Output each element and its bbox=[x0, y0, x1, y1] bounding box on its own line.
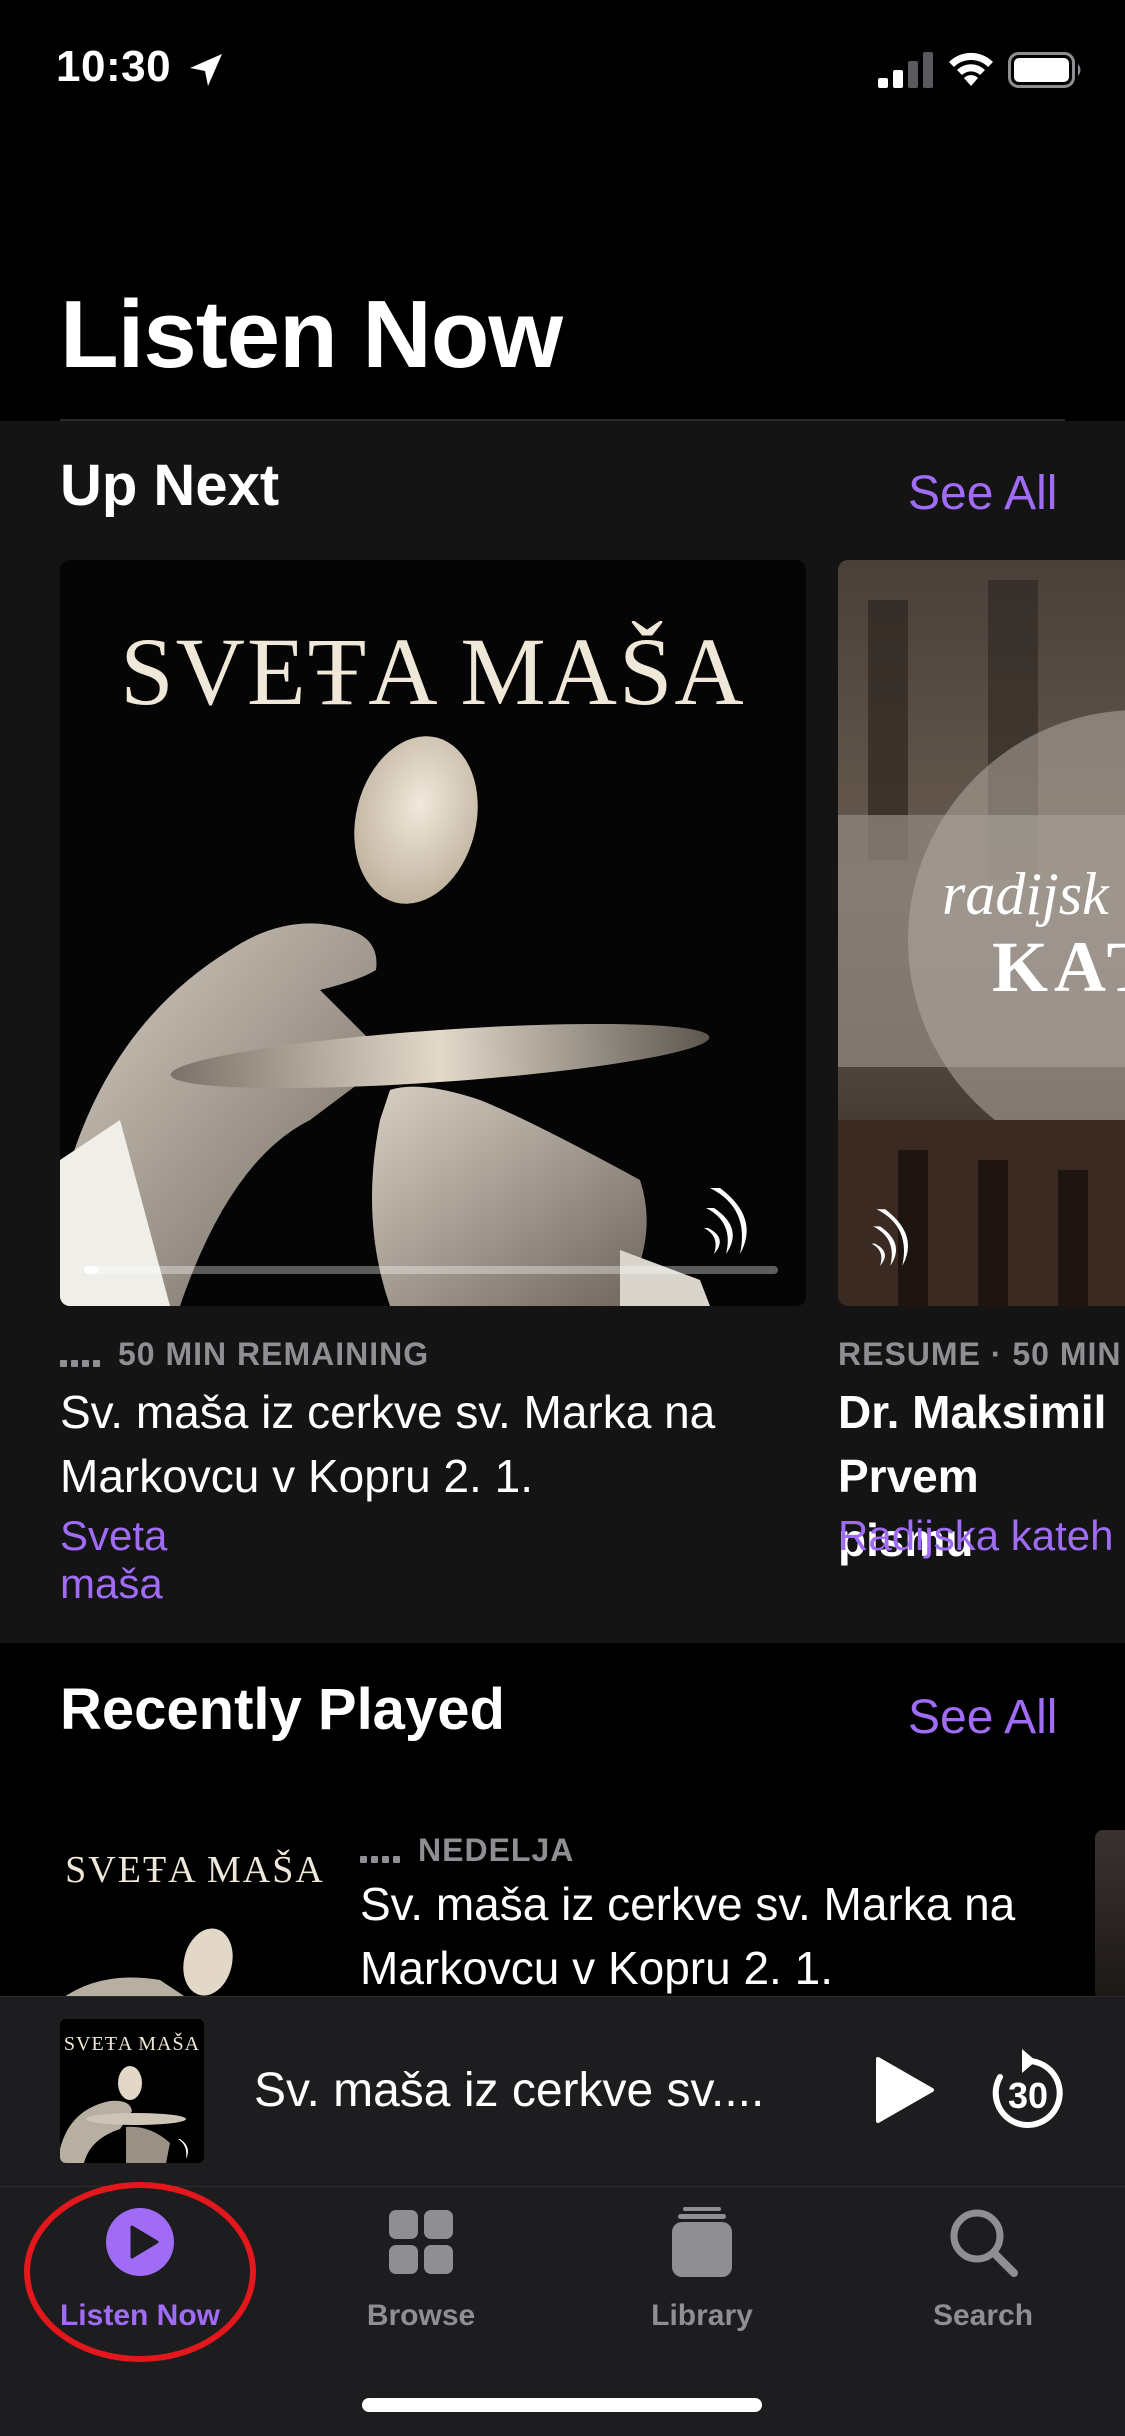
now-playing-title[interactable]: Sv. maša iz cerkve sv.... bbox=[254, 2063, 764, 2118]
screen: 10:30 Listen Now Up Next See All SVEŦA M… bbox=[0, 0, 1125, 2436]
artwork-subtitle: radijsk bbox=[942, 861, 1109, 927]
recent-episode-artwork[interactable] bbox=[1095, 1830, 1125, 2000]
publisher-flame-logo bbox=[704, 1188, 747, 1254]
library-stack-icon bbox=[672, 2207, 732, 2277]
publisher-flame-logo bbox=[871, 1209, 908, 1266]
grid-icon bbox=[389, 2210, 453, 2274]
progress-dots-icon bbox=[360, 1834, 404, 1871]
location-arrow-icon bbox=[190, 54, 222, 86]
tab-library[interactable]: Library bbox=[592, 2207, 812, 2357]
search-icon bbox=[950, 2209, 1018, 2277]
recently-played-see-all-link[interactable]: See All bbox=[908, 1690, 1057, 1745]
remaining-time: 50 MIN REMAINING bbox=[118, 1336, 430, 1372]
tab-label: Browse bbox=[366, 2299, 476, 2332]
skip-forward-button[interactable]: 30 bbox=[986, 2047, 1070, 2135]
playback-progress-bar bbox=[84, 1266, 778, 1274]
page-title: Listen Now bbox=[60, 281, 563, 388]
episode-artwork[interactable]: SVEŦA MAŠA bbox=[60, 560, 806, 1306]
episode-artwork[interactable]: radijsk KAT bbox=[838, 560, 1125, 1306]
up-next-heading: Up Next bbox=[60, 453, 280, 518]
play-icon[interactable] bbox=[872, 2055, 936, 2125]
annotation-circle bbox=[24, 2182, 256, 2362]
eucharist-photo bbox=[60, 2066, 188, 2163]
status-time: 10:30 bbox=[56, 42, 172, 91]
wifi-icon bbox=[949, 52, 993, 86]
home-indicator bbox=[362, 2398, 762, 2412]
battery-icon bbox=[1008, 52, 1081, 88]
playback-progress-fill bbox=[84, 1266, 98, 1274]
cellular-signal-icon bbox=[878, 52, 933, 88]
skip-seconds-label: 30 bbox=[1007, 2075, 1049, 2116]
tab-search[interactable]: Search bbox=[873, 2207, 1093, 2357]
show-name-link[interactable]: Sveta maša bbox=[60, 1512, 167, 1608]
recent-episode-title[interactable]: Sv. maša iz cerkve sv. Marka na Markovcu… bbox=[360, 1872, 1060, 2000]
recent-episode-artwork[interactable]: SVEŦA MAŠA bbox=[60, 1820, 330, 2000]
show-name-link[interactable]: Radijska kateh bbox=[838, 1512, 1113, 1560]
tab-browse[interactable]: Browse bbox=[311, 2207, 531, 2357]
artwork-title: SVEŦA MAŠA bbox=[120, 618, 746, 725]
episode-meta: RESUME · 50 MIN bbox=[838, 1336, 1122, 1372]
recently-played-heading: Recently Played bbox=[60, 1677, 505, 1742]
status-bar: 10:30 bbox=[0, 0, 1125, 140]
tab-label: Library bbox=[651, 2299, 753, 2332]
eucharist-photo bbox=[60, 1928, 233, 2000]
recent-episode-meta: NEDELJA bbox=[360, 1832, 574, 1871]
up-next-card[interactable]: radijsk KAT RESUME · 50 MIN Dr. Maksimil… bbox=[838, 560, 1125, 1600]
tab-label: Search bbox=[932, 2299, 1034, 2332]
episode-meta: 50 MIN REMAINING bbox=[60, 1336, 800, 1375]
artwork-title: KAT bbox=[992, 927, 1125, 1007]
episode-title: Sv. maša iz cerkve sv. Marka na Markovcu… bbox=[60, 1386, 716, 1502]
recent-episode-date: NEDELJA bbox=[418, 1832, 575, 1868]
progress-dots-icon bbox=[60, 1338, 104, 1375]
mini-player-artwork[interactable]: SVEŦA MAŠA bbox=[60, 2019, 204, 2163]
mini-player[interactable]: SVEŦA MAŠA Sv. maša iz cerkve sv.... 30 bbox=[0, 1996, 1125, 2186]
up-next-see-all-link[interactable]: See All bbox=[908, 466, 1057, 521]
